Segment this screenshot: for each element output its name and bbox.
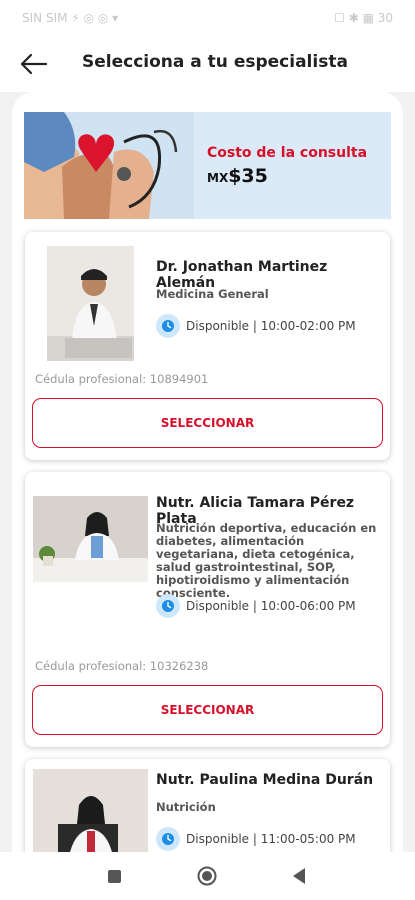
availability: Disponible | 10:00-02:00 PM (156, 314, 356, 338)
specialist-specialty: Medicina General (156, 287, 269, 301)
hands-heart-stethoscope-icon (24, 112, 194, 219)
cost-title: Costo de la consulta (207, 145, 368, 161)
specialist-card: Nutr. Alicia Tamara Pérez Plata Nutrició… (25, 472, 390, 747)
select-button[interactable]: SELECCIONAR (32, 685, 383, 735)
specialist-panel: Costo de la consulta MX$35 Dr. Jonathan … (12, 92, 403, 862)
cost-banner: Costo de la consulta MX$35 (24, 112, 391, 219)
system-nav-bar (0, 852, 415, 900)
specialist-specialty: Nutrición deportiva, educación en diabet… (156, 521, 377, 600)
specialist-photo (33, 769, 148, 862)
status-bar: SIN SIM ⚡ ◎ ◎ ▾ ☐ ✱ ▦ 30 (0, 0, 415, 36)
cost-currency: MX (207, 171, 229, 185)
app-header: Selecciona a tu especialista (0, 36, 415, 92)
clock-icon (156, 827, 180, 851)
availability-text: Disponible | 11:00-05:00 PM (186, 832, 356, 846)
select-button[interactable]: SELECCIONAR (32, 398, 383, 448)
availability: Disponible | 10:00-06:00 PM (156, 594, 356, 618)
recent-apps-icon[interactable] (107, 869, 122, 888)
status-right: ☐ ✱ ▦ 30 (334, 11, 393, 25)
cost-value: MX$35 (207, 165, 268, 187)
availability: Disponible | 11:00-05:00 PM (156, 827, 356, 851)
clock-icon (156, 594, 180, 618)
status-left: SIN SIM ⚡ ◎ ◎ ▾ (22, 11, 119, 25)
cedula-text: Cédula profesional: 10894901 (35, 372, 209, 386)
specialist-card: Dr. Jonathan Martinez Alemán Medicina Ge… (25, 232, 390, 460)
page-title: Selecciona a tu especialista (82, 52, 348, 72)
clock-icon (156, 314, 180, 338)
availability-text: Disponible | 10:00-06:00 PM (186, 599, 356, 613)
availability-text: Disponible | 10:00-02:00 PM (186, 319, 356, 333)
specialist-card: Nutr. Paulina Medina Durán Nutrición Dis… (25, 759, 390, 862)
specialist-photo (33, 496, 148, 582)
home-icon[interactable] (197, 866, 217, 890)
back-nav-icon[interactable] (291, 867, 307, 889)
cedula-text: Cédula profesional: 10326238 (35, 659, 209, 673)
content-area: Costo de la consulta MX$35 Dr. Jonathan … (0, 92, 415, 862)
specialist-name: Nutr. Paulina Medina Durán (156, 772, 374, 788)
specialist-photo (47, 246, 134, 361)
specialist-specialty: Nutrición (156, 800, 216, 814)
cost-price: $35 (228, 165, 268, 187)
arrow-left-icon[interactable] (18, 50, 50, 78)
